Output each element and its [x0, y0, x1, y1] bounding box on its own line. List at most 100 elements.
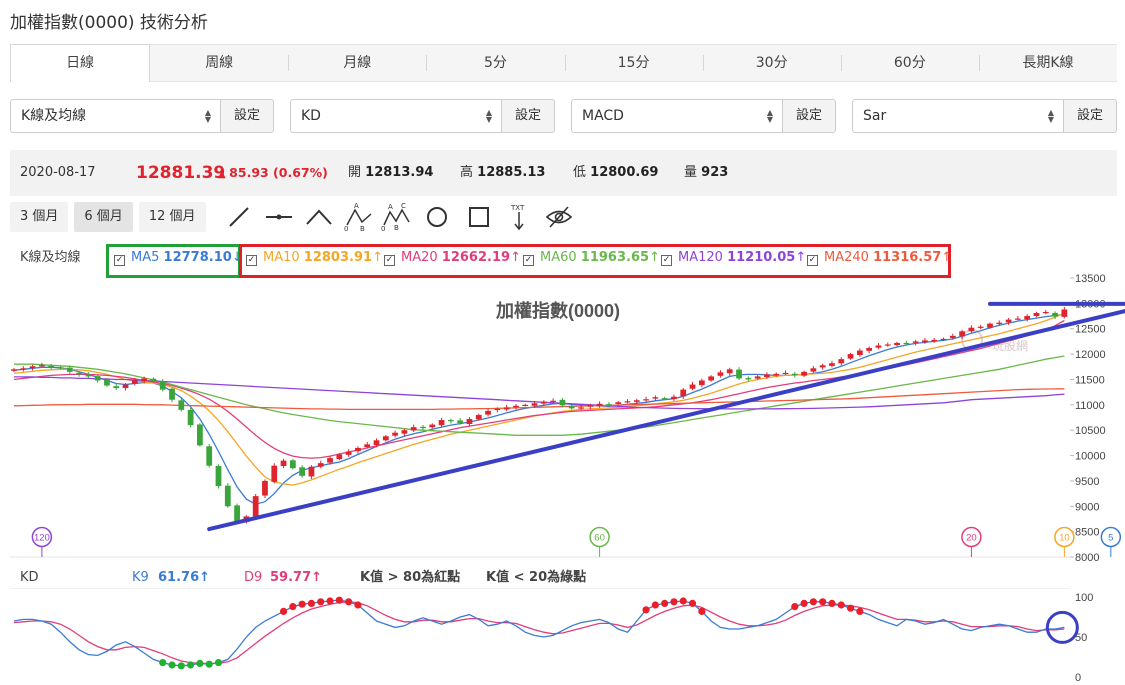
kd-overbought-dot — [661, 599, 669, 607]
angle-line-icon[interactable] — [302, 202, 336, 232]
tab-weekly[interactable]: 周線 — [150, 45, 288, 81]
kd-y-tick-label: 100 — [1075, 592, 1093, 604]
candle — [206, 446, 213, 466]
candle — [810, 368, 817, 372]
candle — [912, 341, 919, 343]
candle — [633, 400, 640, 402]
select-arrows-icon: ▲ ▼ — [204, 108, 211, 124]
sub-indicator-2-settings-button[interactable]: 設定 — [782, 99, 836, 133]
sub-indicator-3-settings-button[interactable]: 設定 — [1063, 99, 1117, 133]
abc-label-b: B — [360, 225, 365, 232]
text-tool-icon[interactable]: TXT — [502, 202, 536, 232]
checkbox-icon: ✓ — [114, 255, 125, 266]
kd-oversold-dot — [196, 659, 204, 667]
candle — [624, 401, 631, 403]
quote-volume: 量 923 — [684, 150, 728, 196]
candle — [996, 322, 1003, 324]
candle — [197, 424, 203, 446]
tab-5min[interactable]: 5分 — [426, 45, 564, 81]
abc-label-zero: 0 — [344, 225, 348, 232]
y-tick-label: 12500 — [1075, 324, 1106, 336]
tab-60min[interactable]: 60分 — [840, 45, 979, 81]
candle — [615, 402, 622, 405]
abcd-label-b: B — [394, 224, 399, 232]
kd-chart[interactable]: 050100 — [0, 588, 1125, 685]
range-6-months-button[interactable]: 6 個月 — [74, 202, 133, 232]
horizontal-line-icon[interactable] — [262, 202, 296, 232]
select-arrows-icon: ▲ ▼ — [766, 108, 773, 124]
abc-pattern-icon[interactable]: 0 A B — [342, 202, 376, 232]
ma120-toggle[interactable]: ✓ MA120 11210.05↑ — [661, 244, 806, 272]
checkbox-icon: ✓ — [523, 255, 534, 266]
kd-overbought-dot — [298, 600, 306, 608]
candle — [401, 430, 408, 434]
sub-indicator-2-group: MACD ▲ ▼ 設定 — [571, 99, 836, 133]
tab-30min[interactable]: 30分 — [702, 45, 841, 81]
range-3-months-button[interactable]: 3 個月 — [10, 202, 69, 232]
candle — [104, 379, 110, 386]
circle-tool-icon[interactable] — [420, 202, 454, 232]
ma60-toggle[interactable]: ✓ MA60 11963.65↑ — [523, 244, 660, 272]
candle — [819, 365, 826, 368]
tab-15min[interactable]: 15分 — [564, 45, 703, 81]
sub-indicator-3-select[interactable]: Sar ▲ ▼ — [852, 99, 1063, 133]
kd-overbought-dot — [828, 599, 836, 607]
abcd-pattern-icon[interactable]: 0 A B C — [380, 202, 414, 232]
candle — [1024, 316, 1031, 320]
y-tick-label: 11000 — [1075, 400, 1105, 412]
candle — [661, 398, 668, 400]
ma240-name: MA240 — [824, 250, 869, 265]
ma-legend-label: K線及均線 — [20, 250, 81, 265]
range-12-months-button[interactable]: 12 個月 — [138, 202, 206, 232]
ma10-toggle[interactable]: ✓ MA10 12803.91↑ — [246, 244, 383, 272]
candle — [317, 463, 324, 467]
line-tool-icon[interactable] — [222, 202, 256, 232]
sub-indicator-2-select[interactable]: MACD ▲ ▼ — [571, 99, 782, 133]
candle — [949, 335, 956, 338]
ma60-name: MA60 — [540, 250, 577, 265]
ma-marker-label: 10 — [1059, 533, 1070, 544]
ma240-toggle[interactable]: ✓ MA240 11316.57↑ — [807, 244, 952, 272]
candle — [903, 342, 910, 345]
main-indicator-select[interactable]: K線及均線 ▲ ▼ — [10, 99, 220, 133]
kd-line-d9 — [13, 601, 1065, 665]
candle — [689, 384, 696, 389]
text-tool-label: TXT — [510, 204, 525, 212]
candle — [345, 451, 352, 455]
hide-eye-icon[interactable] — [542, 202, 576, 232]
candle — [29, 366, 36, 368]
d9-label: D9 — [244, 570, 263, 585]
candle — [531, 403, 538, 406]
candle — [159, 381, 166, 390]
candlestick-chart[interactable]: 8000 8500 9000 9500 10000 10500 11000 11500 1200… — [0, 272, 1125, 564]
ma20-toggle[interactable]: ✓ MA20 12662.19↑ — [384, 244, 521, 272]
tab-long-term[interactable]: 長期K線 — [978, 45, 1117, 81]
kd-overbought-dot — [289, 603, 297, 611]
candle — [20, 368, 27, 370]
candle — [578, 407, 584, 409]
quote-open-label: 開 — [348, 165, 362, 180]
sub-indicator-3-value: Sar — [863, 108, 887, 124]
sub-indicator-1-settings-button[interactable]: 設定 — [501, 99, 555, 133]
candle — [131, 380, 138, 384]
ma5-toggle[interactable]: ✓ MA5 12778.10↓ — [114, 244, 243, 272]
rectangle-tool-icon[interactable] — [462, 202, 496, 232]
kd-overbought-dot — [679, 597, 687, 605]
candle — [866, 348, 873, 351]
tab-monthly[interactable]: 月線 — [288, 45, 426, 81]
sub-indicator-1-select[interactable]: KD ▲ ▼ — [290, 99, 501, 133]
candle — [726, 369, 733, 374]
candle — [736, 369, 742, 379]
y-tick-label: 12000 — [1075, 349, 1106, 361]
tab-daily[interactable]: 日線 — [10, 44, 151, 82]
kd-line-k9 — [13, 599, 1065, 667]
candle — [475, 414, 482, 420]
candle — [169, 388, 175, 400]
main-indicator-settings-button[interactable]: 設定 — [220, 99, 274, 133]
kd-legend-label: KD — [20, 570, 39, 585]
quote-low-label: 低 — [573, 165, 587, 180]
k9-label: K9 — [132, 570, 149, 585]
quote-change: ▲ 85.93 (0.67%) — [218, 150, 328, 198]
kd-y-tick-label: 0 — [1075, 672, 1081, 684]
kd-overbought-dot — [335, 596, 343, 604]
